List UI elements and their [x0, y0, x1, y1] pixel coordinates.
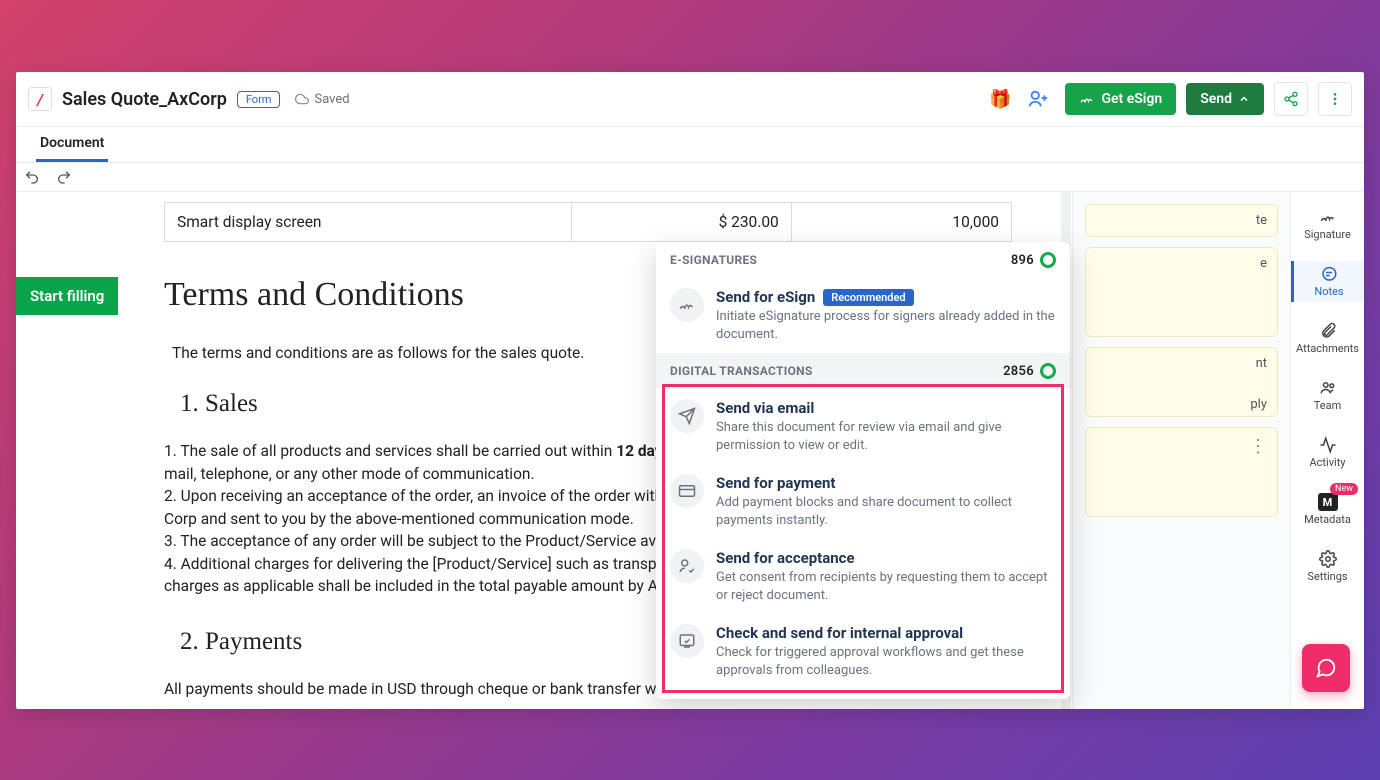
- approval-icon: [670, 624, 704, 658]
- app-logo: /: [28, 87, 52, 111]
- dd-count: 2856: [1003, 363, 1056, 379]
- dropdown-send-esign[interactable]: Send for eSignRecommended Initiate eSign…: [656, 278, 1070, 353]
- kebab-icon: [1327, 91, 1343, 107]
- history-toolbar: [16, 163, 1364, 192]
- rail-label: Team: [1314, 399, 1342, 412]
- signature-icon: [670, 288, 704, 322]
- chevron-up-icon: [1238, 93, 1250, 105]
- tab-document[interactable]: Document: [36, 127, 108, 162]
- start-filling-button[interactable]: Start filling: [16, 277, 118, 315]
- rail-label: Activity: [1309, 456, 1345, 469]
- dd-count: 896: [1011, 252, 1056, 268]
- saved-label: Saved: [314, 92, 349, 107]
- dropdown-header-digital: DIGITAL TRANSACTIONS 2856: [656, 353, 1070, 389]
- signature-icon: [1318, 208, 1338, 226]
- document-title: Sales Quote_AxCorp: [62, 89, 227, 110]
- add-user-icon[interactable]: [1027, 88, 1049, 110]
- dd-title: Send via email: [716, 399, 1056, 417]
- side-rail: Signature Notes Attachments Team Activit…: [1290, 192, 1364, 709]
- panel-frag-2: e: [1260, 256, 1267, 271]
- rail-label: Notes: [1314, 285, 1343, 298]
- panel-frag-4: ply: [1096, 397, 1267, 412]
- dropdown-header-esign: E-SIGNATURES 896: [656, 242, 1070, 278]
- get-esign-label: Get eSign: [1101, 91, 1162, 107]
- pricing-table: Smart display screen $ 230.00 10,000: [164, 202, 1012, 242]
- undo-icon[interactable]: [24, 169, 40, 185]
- panel-section: e: [1085, 247, 1278, 337]
- rail-label: Attachments: [1296, 342, 1359, 355]
- dd-title: Check and send for internal approval: [716, 624, 1056, 642]
- rail-notes[interactable]: Notes: [1291, 261, 1364, 302]
- dd-head-label: DIGITAL TRANSACTIONS: [670, 364, 813, 378]
- redo-icon[interactable]: [56, 169, 72, 185]
- rail-attachments[interactable]: Attachments: [1291, 318, 1364, 359]
- team-icon: [1318, 379, 1338, 397]
- dropdown-send-email[interactable]: Send via email Share this document for r…: [656, 389, 1070, 464]
- table-row: Smart display screen $ 230.00 10,000: [165, 203, 1012, 242]
- dd-desc: Get consent from recipients by requestin…: [716, 569, 1056, 604]
- send-label: Send: [1200, 91, 1232, 107]
- share-button[interactable]: [1274, 82, 1308, 116]
- send-button[interactable]: Send: [1186, 83, 1264, 115]
- paper-plane-icon: [670, 399, 704, 433]
- dd-desc: Share this document for review via email…: [716, 419, 1056, 454]
- dd-title: Send for eSignRecommended: [716, 288, 1056, 306]
- new-badge: New: [1330, 483, 1358, 495]
- rail-activity[interactable]: Activity: [1291, 432, 1364, 473]
- gift-icon[interactable]: 🎁: [989, 89, 1011, 110]
- signature-icon: [1079, 91, 1095, 107]
- topbar: / Sales Quote_AxCorp Form Saved 🎁 Get eS…: [16, 72, 1364, 127]
- dd-head-label: E-SIGNATURES: [670, 253, 757, 267]
- get-esign-button[interactable]: Get eSign: [1065, 83, 1176, 115]
- rail-settings[interactable]: Settings: [1291, 546, 1364, 587]
- price-cell: $ 230.00: [571, 203, 791, 242]
- dd-title: Send for acceptance: [716, 549, 1056, 567]
- dd-desc: Check for triggered approval workflows a…: [716, 644, 1056, 679]
- form-badge: Form: [237, 91, 281, 108]
- card-icon: [670, 474, 704, 508]
- saved-status: Saved: [294, 92, 349, 107]
- panel-frag-1: te: [1256, 213, 1267, 228]
- recommended-badge: Recommended: [823, 289, 913, 306]
- tabs: Document: [16, 127, 1364, 163]
- share-icon: [1283, 91, 1299, 107]
- rail-label: Signature: [1304, 228, 1351, 241]
- item-cell: Smart display screen: [165, 203, 572, 242]
- app-window: / Sales Quote_AxCorp Form Saved 🎁 Get eS…: [16, 72, 1364, 709]
- qty-cell: 10,000: [791, 203, 1011, 242]
- dd-title: Send for payment: [716, 474, 1056, 492]
- panel-body: te e nt ply ⋮: [1073, 192, 1290, 709]
- cloud-icon: [294, 92, 310, 106]
- more-button[interactable]: [1318, 82, 1352, 116]
- right-panel: te e nt ply ⋮ Signature: [1072, 192, 1364, 709]
- rail-team[interactable]: Team: [1291, 375, 1364, 416]
- ring-icon: [1040, 252, 1056, 268]
- rail-label: Settings: [1307, 570, 1347, 583]
- send-dropdown: E-SIGNATURES 896 Send for eSignRecommend…: [656, 242, 1070, 699]
- gear-icon: [1318, 550, 1338, 568]
- ring-icon: [1040, 363, 1056, 379]
- rail-metadata[interactable]: New M Metadata: [1291, 489, 1364, 530]
- panel-section: te: [1085, 204, 1278, 237]
- panel-section: nt ply: [1085, 347, 1278, 417]
- dropdown-send-acceptance[interactable]: Send for acceptance Get consent from rec…: [656, 539, 1070, 614]
- body: Start filling Smart display screen $ 230…: [16, 192, 1364, 709]
- p3: 3. The acceptance of any order will be s…: [164, 532, 716, 550]
- user-check-icon: [670, 549, 704, 583]
- activity-icon: [1318, 436, 1338, 454]
- notes-icon: [1319, 265, 1339, 283]
- panel-frag-3: nt: [1256, 356, 1267, 371]
- chat-fab[interactable]: [1302, 644, 1350, 692]
- rail-label: Metadata: [1304, 513, 1351, 526]
- panel-section: ⋮: [1085, 427, 1278, 517]
- p1a: 1. The sale of all products and services…: [164, 442, 616, 460]
- metadata-icon: M: [1318, 493, 1338, 511]
- dropdown-internal-approval[interactable]: Check and send for internal approval Che…: [656, 614, 1070, 689]
- paperclip-icon: [1318, 322, 1338, 340]
- dd-desc: Initiate eSignature process for signers …: [716, 308, 1056, 343]
- dd-desc: Add payment blocks and share document to…: [716, 494, 1056, 529]
- dropdown-send-payment[interactable]: Send for payment Add payment blocks and …: [656, 464, 1070, 539]
- chat-icon: [1315, 657, 1337, 679]
- rail-signature[interactable]: Signature: [1291, 204, 1364, 245]
